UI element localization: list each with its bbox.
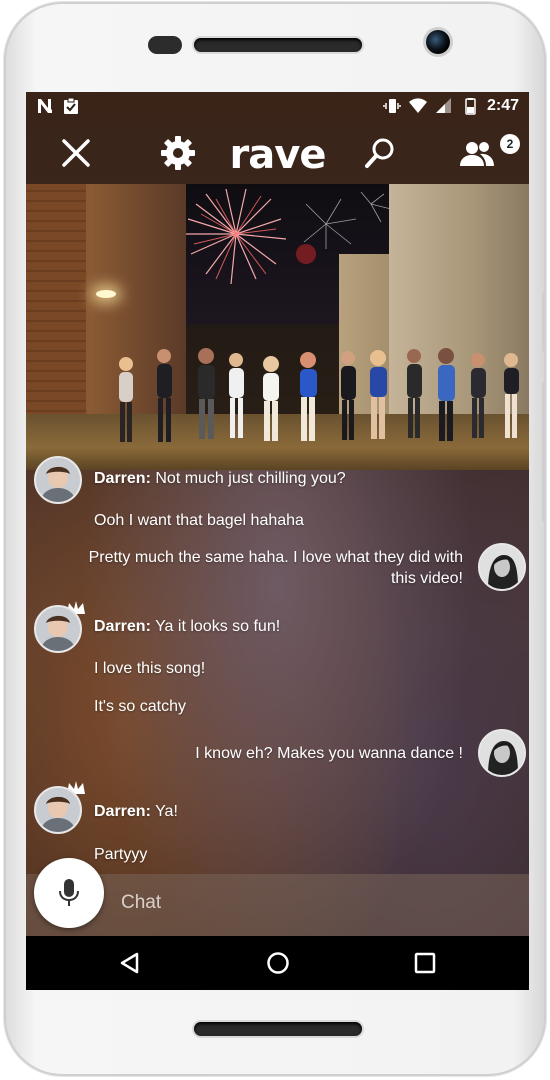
message-text: It's so catchy bbox=[94, 698, 186, 715]
rave-logo: rave bbox=[229, 132, 327, 178]
front-camera bbox=[426, 30, 450, 54]
participants-button[interactable] bbox=[456, 122, 500, 184]
earpiece-speaker bbox=[194, 38, 362, 52]
signal-icon bbox=[435, 97, 453, 115]
avatar-darren[interactable] bbox=[34, 605, 82, 653]
message-6-own: I know eh? Makes you wanna dance ! bbox=[195, 745, 463, 763]
recents-button[interactable] bbox=[395, 936, 455, 990]
video-player[interactable] bbox=[26, 184, 529, 470]
message-text-line2: this video! bbox=[390, 570, 463, 587]
back-button[interactable] bbox=[100, 936, 160, 990]
vibrate-icon bbox=[383, 97, 401, 115]
bottom-speaker bbox=[194, 1022, 362, 1036]
status-bar: 2:47 bbox=[26, 92, 529, 122]
home-button[interactable] bbox=[248, 936, 308, 990]
navigation-bar bbox=[26, 936, 529, 990]
message-text: Ooh I want that bagel hahaha bbox=[94, 512, 304, 529]
dancing-crowd bbox=[119, 348, 519, 442]
message-1: Ooh I want that bagel hahaha bbox=[94, 512, 304, 530]
clipboard-check-icon bbox=[62, 97, 80, 115]
wifi-icon bbox=[408, 97, 427, 115]
top-bar: rave 2 bbox=[26, 122, 529, 184]
message-text: I love this song! bbox=[94, 660, 206, 677]
chat-area[interactable]: Darren: Not much just chilling you? Ooh … bbox=[26, 456, 529, 870]
message-text: Ya! bbox=[155, 803, 178, 820]
message-text-line1: Pretty much the same haha. I love what t… bbox=[88, 549, 463, 566]
back-triangle-icon bbox=[120, 952, 139, 974]
power-button bbox=[542, 292, 546, 352]
message-text: Partyyy bbox=[94, 846, 148, 863]
avatar-darren[interactable] bbox=[34, 456, 82, 504]
recents-square-icon bbox=[414, 952, 436, 974]
battery-icon bbox=[461, 97, 479, 115]
mic-button[interactable] bbox=[34, 858, 104, 928]
screen: 2:47 rave 2 Darren: Not much just chilli… bbox=[26, 92, 529, 990]
message-5: It's so catchy bbox=[94, 698, 186, 716]
message-sender: Darren: bbox=[94, 470, 151, 487]
volume-button bbox=[542, 382, 546, 522]
message-sender: Darren: bbox=[94, 803, 151, 820]
message-text: Ya it looks so fun! bbox=[155, 618, 281, 635]
chat-input[interactable]: Chat bbox=[121, 892, 161, 914]
proximity-sensor bbox=[148, 36, 182, 54]
message-2-own: Pretty much the same haha. I love what t… bbox=[89, 547, 463, 589]
message-sender: Darren: bbox=[94, 618, 151, 635]
home-circle-icon bbox=[267, 952, 289, 974]
street-lamp bbox=[96, 290, 116, 298]
message-text: I know eh? Makes you wanna dance ! bbox=[195, 745, 463, 762]
message-8: Partyyy bbox=[94, 846, 147, 864]
n-icon bbox=[36, 97, 54, 115]
microphone-icon bbox=[59, 879, 79, 906]
phone-frame: 2:47 rave 2 Darren: Not much just chilli… bbox=[4, 2, 546, 1076]
avatar-self[interactable] bbox=[478, 543, 526, 591]
message-0: Darren: Not much just chilling you? bbox=[94, 470, 346, 488]
message-4: I love this song! bbox=[94, 660, 205, 678]
people-icon bbox=[460, 142, 494, 166]
participants-count-badge: 2 bbox=[500, 134, 520, 154]
message-text: Not much just chilling you? bbox=[155, 470, 346, 487]
search-button[interactable] bbox=[360, 122, 400, 184]
avatar-darren[interactable] bbox=[34, 786, 82, 834]
message-7: Darren: Ya! bbox=[94, 803, 178, 821]
avatar-self[interactable] bbox=[478, 729, 526, 777]
message-3: Darren: Ya it looks so fun! bbox=[94, 618, 280, 636]
search-icon bbox=[365, 138, 394, 168]
clock: 2:47 bbox=[486, 97, 519, 114]
